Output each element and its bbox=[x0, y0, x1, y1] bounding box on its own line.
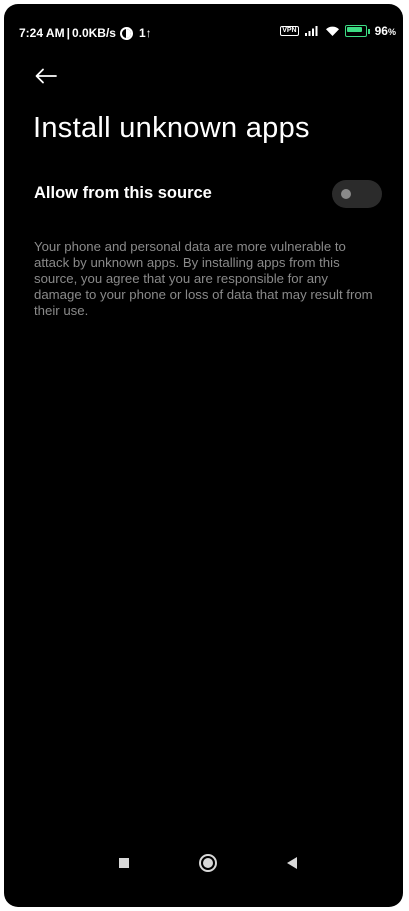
home-circle-icon[interactable] bbox=[199, 854, 217, 872]
status-separator: | bbox=[66, 26, 70, 40]
allow-from-source-row[interactable]: Allow from this source bbox=[4, 168, 403, 220]
network-speed: 0.0KB/s bbox=[71, 26, 116, 40]
back-triangle-icon[interactable] bbox=[287, 857, 297, 869]
wifi-icon bbox=[325, 26, 339, 36]
back-button[interactable] bbox=[34, 60, 66, 92]
status-time: 7:24 AM bbox=[19, 26, 65, 40]
signal-icon bbox=[304, 26, 318, 36]
dnd-moon-icon bbox=[119, 26, 133, 40]
toggle-knob bbox=[341, 189, 351, 199]
upload-indicator: 1↑ bbox=[138, 26, 152, 40]
allow-from-source-label: Allow from this source bbox=[34, 184, 212, 202]
status-right: VPN 96% bbox=[280, 24, 396, 38]
navigation-bar bbox=[4, 844, 403, 884]
status-left: 7:24 AM | 0.0KB/s 1↑ bbox=[19, 26, 152, 40]
battery-percent: 96% bbox=[374, 24, 396, 38]
phone-screen: 7:24 AM | 0.0KB/s 1↑ VPN 96% Install unk… bbox=[4, 4, 403, 907]
allow-from-source-toggle[interactable] bbox=[332, 180, 382, 208]
page-title: Install unknown apps bbox=[33, 112, 310, 144]
arrow-left-icon bbox=[35, 68, 57, 84]
vpn-icon: VPN bbox=[280, 26, 299, 36]
battery-icon bbox=[344, 25, 370, 37]
warning-description: Your phone and personal data are more vu… bbox=[34, 239, 373, 318]
status-bar: 7:24 AM | 0.0KB/s 1↑ VPN 96% bbox=[4, 4, 403, 60]
recents-square-icon[interactable] bbox=[119, 858, 129, 868]
